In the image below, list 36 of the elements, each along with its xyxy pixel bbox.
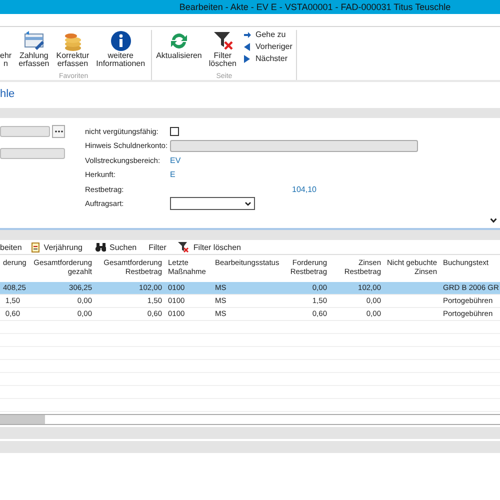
ribbon-button[interactable]: Filter löschen [206,30,238,73]
payment-card-icon [22,30,45,52]
ribbon-button[interactable]: Korrektur erfassen [54,30,92,73]
binoculars-icon [94,242,106,253]
toolbar-button[interactable]: Filter löschen [178,242,241,253]
nav-button[interactable]: Gehe zu [243,30,292,39]
page-heading: hle [0,87,16,102]
nav-button[interactable]: Nächster [243,54,292,63]
info-icon [110,30,132,52]
toolbar-button[interactable]: Filter [148,243,166,252]
dropdown[interactable] [170,197,255,210]
ellipsis-icon [54,130,62,133]
ribbon-button[interactable]: Zahlung erfassen [16,30,52,73]
triangle-left-icon [243,42,252,50]
ribbon-button[interactable]: Aktualisieren [154,30,204,73]
checkbox[interactable] [170,126,179,136]
toolbar-button[interactable]: Suchen [94,242,137,253]
arrow-right-icon [243,30,252,38]
lookup-button[interactable] [52,125,65,138]
nav-button[interactable]: Vorheriger [243,42,292,51]
scroll-thumb[interactable] [0,415,45,424]
filter-clear-icon [212,30,234,52]
scroll-bar[interactable] [0,414,500,425]
toolbar-button[interactable]: Verjährung [30,242,82,253]
chevron-down-icon [245,202,251,206]
chevron-down-icon [490,218,497,223]
field-value: E [170,170,176,180]
triangle-right-icon [243,54,252,62]
amount-value: 104,10 [292,184,316,194]
ribbon-button[interactable]: weitere Informationen [94,30,148,73]
ribbon-button[interactable]: ehr n [0,30,14,73]
filter-clear-icon [178,242,190,253]
toolbar-button[interactable]: beiten [0,243,22,252]
window-title: Bearbeiten - Akte - EV E - VSTA00001 - FAD-000031 Titus Teuschle [179,2,451,12]
field-value: EV [170,156,181,165]
calendar-icon [30,242,40,253]
